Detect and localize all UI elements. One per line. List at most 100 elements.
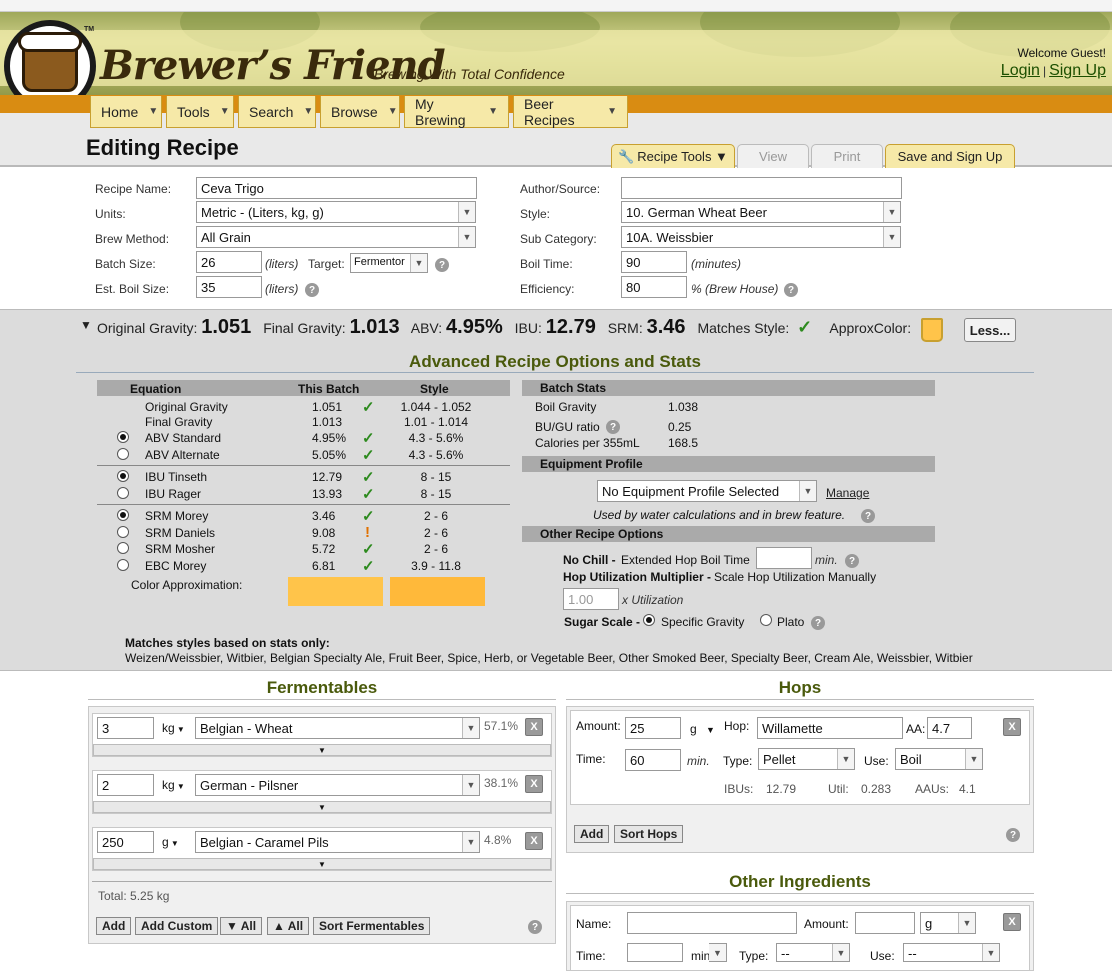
add-hop-button[interactable]: Add (574, 825, 610, 843)
other-time-unit-select[interactable]: ▼ (709, 943, 727, 962)
hop-name-input[interactable]: Willamette (757, 717, 903, 739)
nav-beer-recipes[interactable]: Beer Recipes ▼ (513, 96, 628, 128)
nav-label: Home (101, 103, 139, 120)
brew-method-select[interactable]: All Grain ▼ (196, 226, 476, 248)
print-tab[interactable]: Print (811, 144, 883, 168)
login-link[interactable]: Login (1001, 62, 1040, 79)
help-icon[interactable]: ? (528, 920, 542, 934)
equipment-select[interactable]: No Equipment Profile Selected ▼ (597, 480, 817, 502)
equation-radio[interactable] (117, 431, 129, 443)
boil-size-label: Est. Boil Size: (95, 282, 170, 296)
help-icon[interactable]: ? (784, 283, 798, 297)
hop-amount-input[interactable]: 25 (625, 717, 681, 739)
other-name-input[interactable] (627, 912, 797, 934)
equation-style-range: 2 - 6 (423, 526, 448, 540)
equation-batch-value: 3.46 (312, 509, 336, 523)
batch-stats-header: Batch Stats (522, 380, 935, 396)
recipe-name-input[interactable]: Ceva Trigo (196, 177, 477, 199)
hop-util-input[interactable]: 1.00 (563, 588, 619, 610)
sort-fermentables-button[interactable]: Sort Fermentables (313, 917, 431, 935)
remove-fermentable-icon[interactable]: X (525, 832, 543, 850)
fermentable-unit[interactable]: g ▼ (162, 835, 179, 849)
other-amount-input[interactable] (855, 912, 915, 934)
fg-label: Final Gravity: (263, 320, 346, 336)
equation-radio[interactable] (117, 526, 129, 538)
style-select[interactable]: 10. German Wheat Beer ▼ (621, 201, 901, 223)
save-signup-tab[interactable]: Save and Sign Up (885, 144, 1015, 168)
help-icon[interactable]: ? (811, 616, 825, 630)
equation-radio[interactable] (117, 487, 129, 499)
plato-radio[interactable] (760, 614, 772, 626)
fermentable-unit[interactable]: kg ▼ (162, 721, 185, 735)
signup-link[interactable]: Sign Up (1049, 62, 1106, 79)
remove-fermentable-icon[interactable]: X (525, 718, 543, 736)
fermentable-amount-input[interactable]: 3 (97, 717, 154, 739)
hop-unit[interactable]: g ▼ (690, 722, 715, 736)
hop-use-select[interactable]: Boil ▼ (895, 748, 983, 770)
author-input[interactable] (621, 177, 902, 199)
subcat-select[interactable]: 10A. Weissbier ▼ (621, 226, 901, 248)
add-fermentable-button[interactable]: Add (96, 917, 132, 935)
expand-row-icon[interactable]: ▼ (93, 744, 551, 756)
collapse-all-button[interactable]: ▲ All (267, 917, 310, 935)
efficiency-input[interactable]: 80 (621, 276, 687, 298)
help-icon[interactable]: ? (606, 420, 620, 434)
other-use-select[interactable]: -- ▼ (903, 943, 1000, 962)
units-select[interactable]: Metric - (Liters, kg, g) ▼ (196, 201, 476, 223)
help-icon[interactable]: ? (1006, 828, 1020, 842)
equation-radio[interactable] (117, 509, 129, 521)
fermentable-amount-input[interactable]: 250 (97, 831, 154, 853)
help-icon[interactable]: ? (435, 258, 449, 272)
hop-time-input[interactable]: 60 (625, 749, 681, 771)
divider (566, 893, 1034, 894)
expand-all-button[interactable]: ▼ All (220, 917, 263, 935)
bugu-value: 0.25 (668, 420, 692, 434)
hop-type-select[interactable]: Pellet ▼ (758, 748, 855, 770)
other-time-input[interactable] (627, 943, 683, 962)
equation-radio[interactable] (117, 448, 129, 460)
remove-other-icon[interactable]: X (1003, 913, 1021, 931)
equation-radio[interactable] (117, 559, 129, 571)
nav-browse[interactable]: Browse ▼ (320, 96, 400, 128)
remove-fermentable-icon[interactable]: X (525, 775, 543, 793)
help-icon[interactable]: ? (861, 509, 875, 523)
batch-size-input[interactable]: 26 (196, 251, 262, 273)
equation-radio[interactable] (117, 542, 129, 554)
nav-tools[interactable]: Tools ▼ (166, 96, 234, 128)
warning-icon: ! (365, 524, 370, 541)
less-button[interactable]: Less... (964, 318, 1016, 342)
sg-radio[interactable] (643, 614, 655, 626)
nav-search[interactable]: Search ▼ (238, 96, 316, 128)
equation-radio[interactable] (117, 470, 129, 482)
nav-my-brewing[interactable]: My Brewing ▼ (404, 96, 509, 128)
unit-value: g (162, 835, 169, 849)
other-unit-select[interactable]: g ▼ (920, 912, 976, 934)
fermentable-amount-input[interactable]: 2 (97, 774, 154, 796)
manage-link[interactable]: Manage (826, 486, 869, 500)
boil-time-input[interactable]: 90 (621, 251, 687, 273)
ext-hop-input[interactable] (756, 547, 812, 569)
expand-row-icon[interactable]: ▼ (93, 801, 551, 813)
fermentable-percent: 38.1% (484, 776, 519, 790)
add-custom-button[interactable]: Add Custom (135, 917, 219, 935)
other-type-select[interactable]: -- ▼ (776, 943, 850, 962)
aa-input[interactable]: 4.7 (927, 717, 972, 739)
fermentable-select[interactable]: Belgian - Wheat ▼ (195, 717, 480, 739)
remove-hop-icon[interactable]: X (1003, 718, 1021, 736)
boil-size-input[interactable]: 35 (196, 276, 262, 298)
fermentable-unit[interactable]: kg ▼ (162, 778, 185, 792)
caret-down-icon: ▼ (174, 782, 185, 791)
chevron-down-icon: ▼ (837, 749, 854, 769)
view-tab[interactable]: View (737, 144, 809, 168)
help-icon[interactable]: ? (305, 283, 319, 297)
help-icon[interactable]: ? (845, 554, 859, 568)
sort-hops-button[interactable]: Sort Hops (614, 825, 684, 843)
fermentable-select[interactable]: Belgian - Caramel Pils ▼ (195, 831, 480, 853)
expand-row-icon[interactable]: ▼ (93, 858, 551, 870)
recipe-tools-tab[interactable]: 🔧 Recipe Tools ▼ (611, 144, 735, 168)
fermentable-select[interactable]: German - Pilsner ▼ (195, 774, 480, 796)
collapse-triangle-icon[interactable]: ▼ (80, 318, 92, 332)
equation-style-range: 8 - 15 (420, 487, 452, 501)
target-select[interactable]: Fermentor ▼ (350, 253, 428, 273)
nav-home[interactable]: Home ▼ (90, 96, 162, 128)
